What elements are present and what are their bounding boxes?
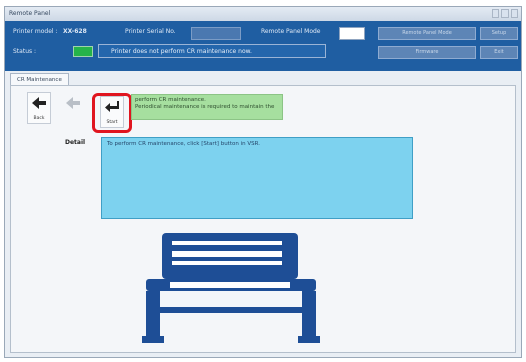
info-message: perform CR maintenance. Periodical maint…: [131, 94, 283, 120]
detail-label: Detail: [65, 139, 86, 146]
serial-field: [191, 27, 241, 40]
minimize-button[interactable]: [492, 9, 500, 18]
window-title: Remote Panel: [9, 10, 51, 17]
printer-model-value: XX-628: [63, 28, 87, 35]
forward-button: [61, 92, 85, 124]
back-label: Back: [33, 116, 45, 121]
tab-strip: CR Maintenance: [5, 73, 521, 86]
close-button[interactable]: [510, 9, 518, 18]
setup-button[interactable]: Setup: [480, 27, 518, 40]
remote-panel-mode-button[interactable]: Remote Panel Mode: [378, 27, 476, 40]
status-message: Printer does not perform CR maintenance …: [98, 44, 326, 58]
info-message-line2: Periodical maintenance is required to ma…: [135, 104, 275, 110]
status-indicator: [73, 46, 93, 57]
serial-label: Printer Serial No.: [125, 28, 176, 35]
printer-info-row: Printer model : XX-628 Printer Serial No…: [5, 25, 521, 40]
back-button[interactable]: Back: [27, 92, 51, 124]
maximize-button[interactable]: [501, 9, 509, 18]
status-label: Status :: [13, 48, 37, 55]
printer-info-header: Printer model : XX-628 Printer Serial No…: [5, 21, 521, 71]
exit-button[interactable]: Exit: [480, 46, 518, 59]
start-button[interactable]: Start: [100, 96, 124, 128]
detail-text-box: To perform CR maintenance, click [Start]…: [101, 137, 413, 219]
firmware-button[interactable]: Firmware: [378, 46, 476, 59]
remote-mode-field[interactable]: [339, 27, 365, 40]
start-label: Start: [106, 120, 118, 125]
back-arrow-icon: [28, 96, 50, 114]
forward-arrow-icon: [62, 96, 84, 114]
window-controls: [492, 9, 518, 18]
enter-arrow-icon: [101, 100, 123, 118]
title-bar: Remote Panel: [5, 7, 521, 21]
printer-illustration: [142, 233, 320, 343]
cr-maintenance-panel: Back Start perform CR maintenance. Perio…: [10, 85, 516, 353]
remote-panel-window: Remote Panel Printer model : XX-628 Prin…: [4, 6, 522, 358]
printer-model-label: Printer model :: [13, 28, 58, 35]
info-message-line1: perform CR maintenance.: [135, 97, 206, 103]
remote-mode-label: Remote Panel Mode: [261, 28, 321, 35]
